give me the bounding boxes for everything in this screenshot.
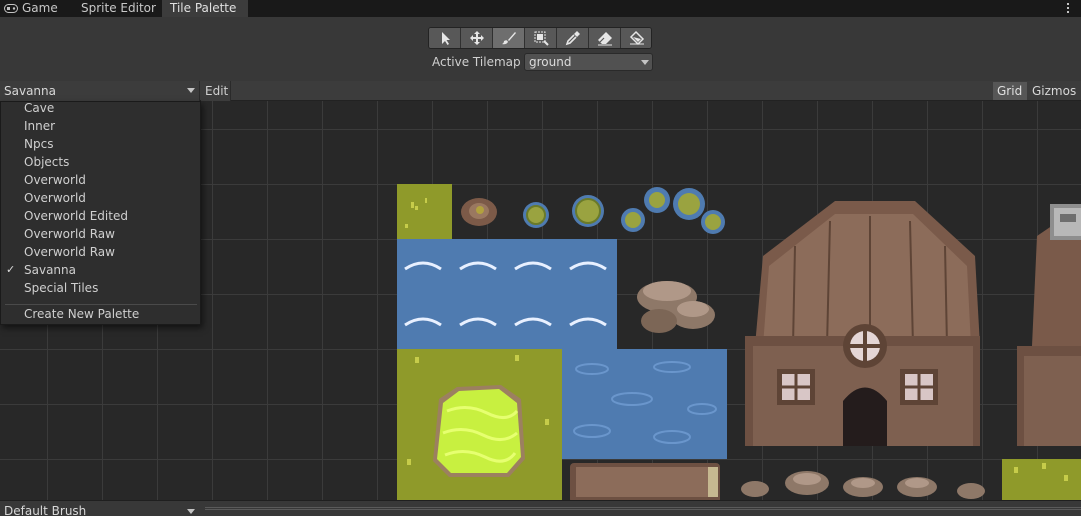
chevron-down-icon	[187, 88, 195, 93]
menu-item-label: Overworld Edited	[24, 209, 128, 223]
active-tilemap-select[interactable]: ground	[524, 53, 653, 71]
tab-game[interactable]: Game	[0, 0, 64, 17]
tab-sprite-editor-label: Sprite Editor	[81, 1, 156, 15]
water-waves-tile[interactable]	[397, 239, 617, 349]
menu-item-label: Overworld	[24, 191, 86, 205]
menu-item-label: Npcs	[24, 137, 54, 151]
splitter-handle[interactable]	[205, 507, 1081, 510]
menu-item-label: Inner	[24, 119, 56, 133]
bright-grass-tile[interactable]	[397, 349, 562, 500]
menu-item-objects[interactable]: Objects	[1, 155, 200, 173]
menu-item-overworld[interactable]: Overworld	[1, 173, 200, 191]
chevron-down-icon	[187, 509, 195, 514]
palette-select-value: Savanna	[4, 84, 56, 98]
menu-item-create-new-palette[interactable]: Create New Palette	[1, 307, 200, 325]
checkmark-icon: ✓	[6, 263, 16, 276]
menu-item-inner[interactable]: Inner	[1, 119, 200, 137]
box-fill-icon	[534, 31, 549, 46]
grass-tile[interactable]	[397, 184, 452, 239]
tab-tile-palette-label: Tile Palette	[170, 1, 237, 15]
menu-item-overworld-raw[interactable]: Overworld Raw	[1, 227, 200, 245]
grid-toggle[interactable]: Grid	[993, 82, 1027, 100]
small-rocks-tile[interactable]	[735, 459, 1000, 500]
tool-area: Active Tilemap ground	[0, 17, 1081, 81]
house-partial-tile[interactable]	[1012, 196, 1081, 456]
gamepad-icon	[4, 4, 18, 13]
fill-bucket-button[interactable]	[621, 28, 651, 48]
grass-tile[interactable]	[1002, 459, 1081, 500]
menu-item-special-tiles[interactable]: Special Tiles	[1, 281, 200, 299]
stump-tile[interactable]	[452, 184, 507, 239]
calm-water-tile[interactable]	[562, 349, 727, 459]
move-tool-icon	[470, 31, 484, 45]
menu-item-label: Objects	[24, 155, 70, 169]
palette-bar: Savanna Edit Grid Gizmos	[0, 81, 1081, 101]
tab-tile-palette[interactable]: Tile Palette	[162, 0, 248, 17]
brush-select-value: Default Brush	[4, 504, 87, 516]
edit-button-label: Edit	[205, 84, 229, 98]
menu-item-overworld[interactable]: Overworld	[1, 191, 200, 209]
brush-select[interactable]: Default Brush	[0, 502, 200, 516]
menu-item-overworld-edited[interactable]: Overworld Edited	[1, 209, 200, 227]
eraser-icon	[598, 32, 612, 46]
eraser-button[interactable]	[589, 28, 621, 48]
menu-item-label: Special Tiles	[24, 281, 99, 295]
active-tilemap-value: ground	[529, 55, 572, 69]
paint-brush-icon	[502, 32, 516, 45]
move-tool-button[interactable]	[461, 28, 493, 48]
menu-item-label: Savanna	[24, 263, 76, 277]
tab-game-label: Game	[22, 1, 58, 15]
box-fill-button[interactable]	[525, 28, 557, 48]
menu-item-savanna[interactable]: ✓ Savanna	[1, 263, 200, 281]
menu-divider	[5, 304, 197, 305]
picker-button[interactable]	[557, 28, 589, 48]
lily-pad-tile[interactable]	[507, 184, 562, 239]
chevron-down-icon	[641, 60, 649, 65]
active-tilemap-label: Active Tilemap	[432, 55, 521, 69]
menu-item-label: Overworld Raw	[24, 245, 115, 259]
tab-sprite-editor[interactable]: Sprite Editor	[72, 0, 158, 17]
select-tool-icon	[442, 32, 450, 45]
gizmos-toggle[interactable]: Gizmos	[1028, 82, 1081, 100]
tool-strip	[428, 27, 652, 49]
house-tile[interactable]	[735, 186, 990, 456]
menu-item-overworld-raw[interactable]: Overworld Raw	[1, 245, 200, 263]
window-tab-bar: Game Sprite Editor Tile Palette	[0, 0, 1081, 17]
log-tile[interactable]	[562, 459, 727, 500]
lily-pad-tile[interactable]	[562, 184, 617, 239]
menu-item-label: Overworld Raw	[24, 227, 115, 241]
menu-item-cave[interactable]: Cave	[1, 101, 200, 119]
menu-item-label: Overworld	[24, 173, 86, 187]
menu-item-npcs[interactable]: Npcs	[1, 137, 200, 155]
grid-toggle-label: Grid	[997, 84, 1023, 98]
gizmos-toggle-label: Gizmos	[1032, 84, 1077, 98]
fill-bucket-icon	[629, 30, 645, 46]
picker-icon	[565, 31, 580, 46]
menu-item-label: Cave	[24, 101, 55, 115]
edit-button[interactable]: Edit	[201, 81, 231, 101]
menu-item-label: Create New Palette	[24, 307, 140, 321]
more-options-icon[interactable]	[1065, 1, 1071, 15]
palette-dropdown-menu: Cave Inner Npcs Objects Overworld Overwo…	[0, 101, 201, 325]
palette-select[interactable]: Savanna	[0, 81, 200, 101]
select-tool-button[interactable]	[429, 28, 461, 48]
rocks-tile[interactable]	[617, 239, 727, 349]
paint-brush-button[interactable]	[493, 28, 525, 48]
brush-bar: Default Brush	[0, 500, 1081, 516]
lily-pad-cluster-tile[interactable]	[617, 184, 729, 239]
